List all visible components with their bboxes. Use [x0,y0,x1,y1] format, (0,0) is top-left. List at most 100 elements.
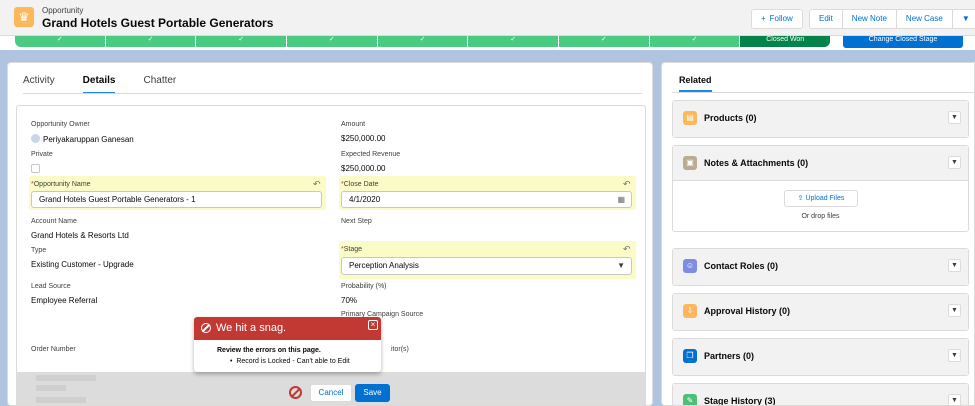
approval-icon: ⇩ [683,304,697,318]
error-message: Review the errors on this page. [217,347,321,354]
related-divider [672,92,974,93]
related-card-stage-history: ✎ Stage History (3) ▼ [672,383,969,405]
close-date-label: *Close Date [341,181,379,188]
expected-revenue-value: $250,000.00 [341,164,386,173]
error-item: • Record is Locked - Can't able to Edit [230,358,350,365]
close-icon[interactable]: × [368,320,378,330]
related-card-contact-roles: ☺ Contact Roles (0) ▼ [672,248,969,286]
amount-label: Amount [341,121,366,128]
private-label: Private [31,151,53,158]
record-header: ♛ Opportunity Grand Hotels Guest Portabl… [0,0,975,36]
chevron-down-icon: ▼ [961,14,970,23]
chevron-down-icon[interactable]: ▼ [948,349,961,362]
error-title: We hit a snag. [216,322,287,334]
path-step[interactable]: ✓ [650,36,741,47]
undo-icon[interactable]: ↶ [313,179,321,190]
cancel-button[interactable]: Cancel [310,384,352,402]
related-panel: Related ▤ Products (0) ▼ ▣ Notes & Attac… [661,62,975,406]
path-step[interactable]: ✓ [559,36,650,47]
sales-path: ✓ ✓ ✓ ✓ ✓ ✓ ✓ ✓ Closed Won Change Closed… [0,36,975,50]
ban-icon [201,323,211,333]
expected-revenue-label: Expected Revenue [341,151,401,158]
chevron-down-icon: ▼ [617,261,625,270]
products-icon: ▤ [683,111,697,125]
close-date-input[interactable]: 4/1/2020 ▦ [341,191,632,208]
new-note-button[interactable]: New Note [841,9,897,29]
opportunity-name-input[interactable]: Grand Hotels Guest Portable Generators -… [31,191,322,208]
chevron-down-icon[interactable]: ▼ [948,259,961,272]
probability-label: Probability (%) [341,283,387,290]
type-label: Type [31,247,47,254]
chevron-down-icon[interactable]: ▼ [948,156,961,169]
error-icon[interactable] [289,386,302,399]
edit-footer: Cancel Save [16,372,646,405]
related-card-partners: ❐ Partners (0) ▼ [672,338,969,376]
tab-divider [23,93,642,94]
error-popover: We hit a snag. × Review the errors on th… [194,317,381,372]
related-card-title[interactable]: Approval History (0) [704,306,790,316]
tab-details[interactable]: Details [82,75,116,94]
amount-value: $250,000.00 [341,134,386,143]
account-name-value[interactable]: Grand Hotels & Resorts Ltd [31,231,129,240]
path-step-closed-won[interactable]: Closed Won [740,36,831,47]
path-step[interactable]: ✓ [15,36,106,47]
more-actions-button[interactable]: ▼ [951,9,975,29]
change-closed-stage-button[interactable]: Change Closed Stage [843,36,963,48]
path-step[interactable]: ✓ [287,36,378,47]
path-step[interactable]: ✓ [378,36,469,47]
related-card-products: ▤ Products (0) ▼ [672,100,969,138]
notes-icon: ▣ [683,156,697,170]
tab-activity[interactable]: Activity [23,75,55,94]
related-card-title[interactable]: Notes & Attachments (0) [704,158,808,168]
related-card-title[interactable]: Contact Roles (0) [704,261,778,271]
object-type-label: Opportunity [42,6,84,15]
save-button[interactable]: Save [355,384,390,402]
record-title: Grand Hotels Guest Portable Generators [42,16,274,30]
account-name-label: Account Name [31,218,77,225]
error-popover-header: We hit a snag. × [194,317,381,340]
owner-label: Opportunity Owner [31,121,90,128]
lead-source-value: Employee Referral [31,296,98,305]
lead-source-label: Lead Source [31,283,71,290]
chevron-down-icon[interactable]: ▼ [948,111,961,124]
related-card-title[interactable]: Products (0) [704,113,757,123]
faded-row [36,397,86,403]
stage-history-icon: ✎ [683,394,697,405]
related-card-title[interactable]: Stage History (3) [704,396,776,405]
related-card-title[interactable]: Partners (0) [704,351,754,361]
tab-related[interactable]: Related [679,75,712,92]
undo-icon[interactable]: ↶ [623,244,631,255]
order-number-label: Order Number [31,346,76,353]
new-case-button[interactable]: New Case [895,9,953,29]
path-step[interactable]: ✓ [106,36,197,47]
competitors-label: itor(s) [391,346,409,353]
stage-label: *Stage [341,246,363,253]
contact-roles-icon: ☺ [683,259,697,273]
related-card-notes: ▣ Notes & Attachments (0) ▼ ⇪ Upload Fil… [672,145,969,232]
chevron-down-icon[interactable]: ▼ [948,394,961,405]
related-card-approval-history: ⇩ Approval History (0) ▼ [672,293,969,331]
tab-chatter[interactable]: Chatter [143,75,176,94]
path-step[interactable]: ✓ [468,36,560,47]
calendar-icon[interactable]: ▦ [617,192,625,207]
path-step[interactable]: ✓ [196,36,288,47]
drop-files-label: Or drop files [801,213,840,220]
edit-button[interactable]: Edit [809,9,843,29]
next-step-label: Next Step [341,218,372,225]
stage-select[interactable]: Perception Analysis ▼ [341,257,632,275]
probability-value: 70% [341,296,358,305]
plus-icon: + [761,14,766,23]
crown-icon: ♛ [14,7,34,27]
partners-icon: ❐ [683,349,697,363]
faded-row [36,385,66,391]
avatar [31,134,40,143]
chevron-down-icon[interactable]: ▼ [948,304,961,317]
opportunity-name-label: *Opportunity Name [31,181,91,188]
undo-icon[interactable]: ↶ [623,179,631,190]
upload-files-button[interactable]: ⇪ Upload Files [784,190,858,207]
type-value: Existing Customer - Upgrade [31,260,134,269]
private-checkbox[interactable] [31,164,40,173]
owner-value[interactable]: Periyakaruppan Ganesan [31,134,134,144]
faded-row [36,375,96,381]
follow-button[interactable]: + Follow [751,9,803,29]
